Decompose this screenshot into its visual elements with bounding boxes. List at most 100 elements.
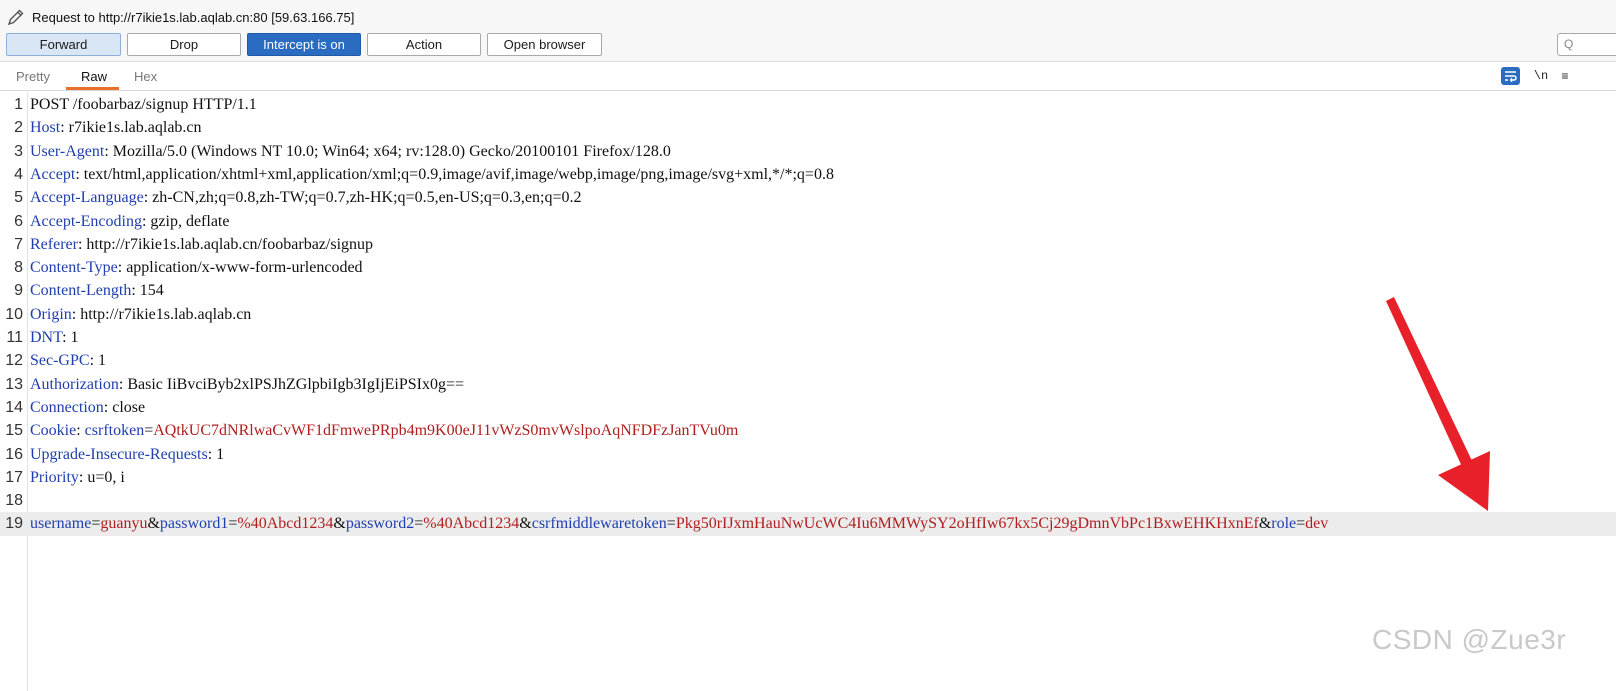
token-plain: : close xyxy=(103,398,146,416)
token-plain: : u=0, i xyxy=(78,468,125,486)
line-number: 19 xyxy=(5,515,23,533)
proxy-toolbar: Forward Drop Intercept is on Action Open… xyxy=(6,33,602,56)
raw-request-editor[interactable]: 1 POST /foobarbaz/signup HTTP/1.1 2 Host: r… xyxy=(0,92,1616,691)
token-plain: : Mozilla/5.0 (Windows NT 10.0; Win64; x… xyxy=(104,142,671,160)
line-number: 5 xyxy=(14,189,23,207)
watermark-text: CSDN @Zue3r xyxy=(1372,624,1567,655)
token-key: User-Agent xyxy=(30,142,105,160)
line-content: Accept: text/html,application/xhtml+xml,… xyxy=(30,163,834,186)
token-plain: & xyxy=(147,515,160,533)
token-plain: = xyxy=(1296,515,1306,533)
request-line[interactable]: 1 POST /foobarbaz/signup HTTP/1.1 xyxy=(0,93,1616,116)
intercept-toggle-button[interactable]: Intercept is on xyxy=(247,33,361,56)
line-number: 3 xyxy=(14,142,23,160)
search-input[interactable]: Q xyxy=(1557,33,1616,56)
action-button[interactable]: Action xyxy=(367,33,481,56)
request-info: Request to http://r7ikie1s.lab.aqlab.cn:… xyxy=(6,6,354,28)
line-content: Content-Length: 154 xyxy=(30,279,164,302)
line-number: 10 xyxy=(5,305,23,323)
token-plain: & xyxy=(333,515,346,533)
request-line[interactable]: 19 username=guanyu&password1=%40Abcd1234&… xyxy=(0,512,1616,536)
word-wrap-toggle[interactable] xyxy=(1501,67,1520,85)
token-plain: : xyxy=(76,422,85,440)
line-number: 14 xyxy=(5,398,23,416)
line-content: DNT: 1 xyxy=(30,326,79,349)
token-key: Origin xyxy=(30,305,72,323)
line-number: 13 xyxy=(5,375,23,393)
token-key: Content-Length xyxy=(30,282,132,300)
token-key: Authorization xyxy=(30,375,119,393)
line-content: User-Agent: Mozilla/5.0 (Windows NT 10.0… xyxy=(30,140,671,163)
line-content: Priority: u=0, i xyxy=(30,466,125,489)
token-key: role xyxy=(1271,515,1297,533)
forward-button[interactable]: Forward xyxy=(6,33,121,56)
open-browser-button[interactable]: Open browser xyxy=(487,33,602,56)
token-key: Accept-Language xyxy=(30,189,144,207)
drop-button[interactable]: Drop xyxy=(127,33,241,56)
line-content: Authorization: Basic IiBvciByb2xlPSJhZGl… xyxy=(30,373,464,396)
line-content: Content-Type: application/x-www-form-url… xyxy=(30,256,363,279)
token-plain: & xyxy=(1258,515,1272,533)
token-plain: : http://r7ikie1s.lab.aqlab.cn xyxy=(71,305,252,323)
line-number: 4 xyxy=(14,165,23,183)
tab-pretty[interactable]: Pretty xyxy=(16,69,50,84)
line-content: Accept-Language: zh-CN,zh;q=0.8,zh-TW;q=… xyxy=(30,186,582,209)
token-plain: : r7ikie1s.lab.aqlab.cn xyxy=(60,119,202,137)
request-line[interactable]: 9 Content-Length: 154 xyxy=(0,279,1616,302)
line-content: POST /foobarbaz/signup HTTP/1.1 xyxy=(30,93,257,116)
token-plain: : gzip, deflate xyxy=(141,212,230,230)
line-number: 16 xyxy=(5,445,23,463)
menu-icon[interactable]: ≡ xyxy=(1560,67,1570,85)
token-key: Content-Type xyxy=(30,259,118,277)
token-key: csrfmiddlewaretoken xyxy=(531,515,667,533)
request-line[interactable]: 5 Accept-Language: zh-CN,zh;q=0.8,zh-TW;q… xyxy=(0,186,1616,209)
token-plain: & xyxy=(519,515,532,533)
request-line[interactable]: 6 Accept-Encoding: gzip, deflate xyxy=(0,210,1616,233)
request-line[interactable]: 15 Cookie: csrftoken=AQtkUC7dNRlwaCvWF1dF… xyxy=(0,419,1616,442)
token-key: Cookie xyxy=(30,422,77,440)
line-number: 11 xyxy=(6,329,23,346)
request-line[interactable]: 8 Content-Type: application/x-www-form-ur… xyxy=(0,256,1616,279)
token-key: Connection xyxy=(30,398,104,416)
line-content: Referer: http://r7ikie1s.lab.aqlab.cn/fo… xyxy=(30,233,373,256)
request-line[interactable]: 4 Accept: text/html,application/xhtml+xml… xyxy=(0,163,1616,186)
request-line[interactable]: 3 User-Agent: Mozilla/5.0 (Windows NT 10.… xyxy=(0,140,1616,163)
line-content: Host: r7ikie1s.lab.aqlab.cn xyxy=(30,116,202,139)
line-number: 2 xyxy=(14,119,23,137)
token-key: Sec-GPC xyxy=(30,352,90,370)
token-key: DNT xyxy=(30,329,63,346)
token-plain: : zh-CN,zh;q=0.8,zh-TW;q=0.7,zh-HK;q=0.5… xyxy=(143,189,582,207)
token-key: password2 xyxy=(345,515,415,533)
request-line[interactable]: 10 Origin: http://r7ikie1s.lab.aqlab.cn xyxy=(0,303,1616,326)
line-content: Upgrade-Insecure-Requests: 1 xyxy=(30,443,224,466)
line-content: Cookie: csrftoken=AQtkUC7dNRlwaCvWF1dFmw… xyxy=(30,419,738,442)
token-key: Upgrade-Insecure-Requests xyxy=(30,445,208,463)
token-plain: : application/x-www-form-urlencoded xyxy=(117,259,363,277)
tab-hex[interactable]: Hex xyxy=(134,69,157,84)
line-number: 1 xyxy=(14,96,23,113)
request-line[interactable]: 12 Sec-GPC: 1 xyxy=(0,349,1616,372)
line-content: Origin: http://r7ikie1s.lab.aqlab.cn xyxy=(30,303,251,326)
line-content: Connection: close xyxy=(30,396,145,419)
request-line[interactable]: 7 Referer: http://r7ikie1s.lab.aqlab.cn/f… xyxy=(0,233,1616,256)
token-key: username xyxy=(30,515,92,533)
request-line[interactable]: 11 DNT: 1 xyxy=(0,326,1616,349)
token-value: %40Abcd1234 xyxy=(237,515,334,533)
token-plain: : text/html,application/xhtml+xml,applic… xyxy=(75,165,834,183)
line-number: 8 xyxy=(14,259,23,277)
token-value: Pkg50rIJxmHauNwUcWC4Iu6MMWySY2oHfIw67kx5… xyxy=(675,515,1259,533)
token-value: %40Abcd1234 xyxy=(423,515,520,533)
request-line[interactable]: 16 Upgrade-Insecure-Requests: 1 xyxy=(0,443,1616,466)
pencil-icon xyxy=(7,9,24,26)
request-line[interactable]: 13 Authorization: Basic IiBvciByb2xlPSJhZ… xyxy=(0,373,1616,396)
request-line[interactable]: 14 Connection: close xyxy=(0,396,1616,419)
request-line[interactable]: 17 Priority: u=0, i xyxy=(0,466,1616,489)
request-line[interactable]: 18 xyxy=(0,489,1616,512)
tab-raw[interactable]: Raw xyxy=(81,69,107,84)
token-key: password1 xyxy=(159,515,229,533)
request-line[interactable]: 2 Host: r7ikie1s.lab.aqlab.cn xyxy=(0,116,1616,139)
line-number: 12 xyxy=(5,352,23,370)
search-icon: Q xyxy=(1564,37,1574,51)
show-newlines-toggle[interactable]: \n xyxy=(1532,67,1550,85)
token-key: Host xyxy=(30,119,61,137)
